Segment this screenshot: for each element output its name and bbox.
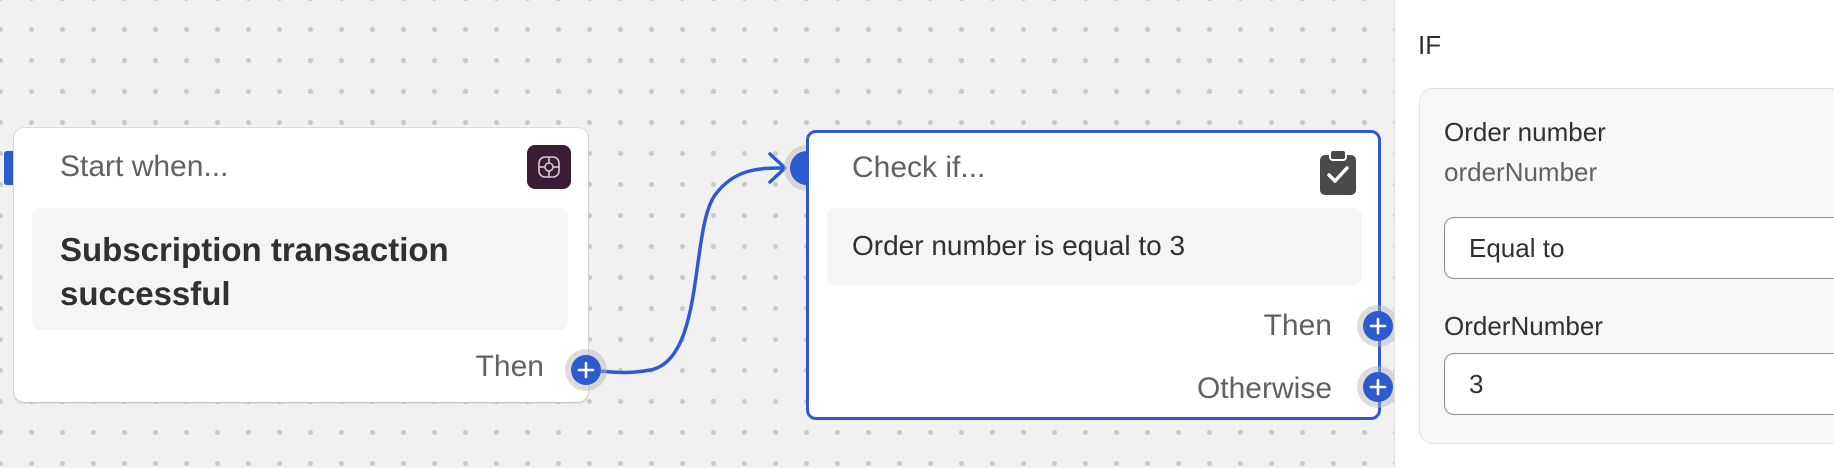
operator-select[interactable]: Equal to [1444, 217, 1834, 279]
add-then-step-button[interactable] [1363, 311, 1393, 341]
workflow-canvas[interactable]: Start when... Subscription transaction s… [0, 0, 1395, 468]
field-label: Order number [1444, 117, 1606, 147]
trigger-name: Subscription transaction successful [60, 231, 449, 312]
plus-icon [1369, 378, 1387, 396]
panel-heading: IF [1418, 30, 1442, 60]
condition-summary[interactable]: Order number is equal to 3 [827, 208, 1362, 285]
otherwise-label: Otherwise [1196, 372, 1332, 405]
condition-editor-panel: IF Order number orderNumber Equal to Ord… [1395, 0, 1834, 468]
plus-icon [1369, 317, 1387, 335]
add-step-button[interactable] [571, 355, 601, 385]
value-input[interactable] [1444, 353, 1834, 415]
condition-text: Order number is equal to 3 [852, 230, 1186, 261]
field-variable: orderNumber [1444, 157, 1598, 187]
start-node-title: Start when... [60, 150, 229, 183]
plus-icon [577, 361, 595, 379]
then-label: Then [1263, 309, 1332, 342]
flow-app-icon [527, 145, 571, 189]
check-node-title: Check if... [852, 151, 986, 184]
then-label: Then [475, 350, 544, 383]
value-label: OrderNumber [1444, 311, 1603, 341]
trigger-summary[interactable]: Subscription transaction successful [32, 208, 568, 330]
condition-card: Order number orderNumber Equal to OrderN… [1419, 88, 1834, 444]
add-otherwise-step-button[interactable] [1363, 372, 1393, 402]
operator-value: Equal to [1469, 232, 1565, 263]
clipboard-check-icon [1320, 149, 1356, 195]
check-node[interactable]: Check if... Order number is equal to 3 T… [806, 130, 1381, 420]
start-node[interactable]: Start when... Subscription transaction s… [14, 128, 588, 402]
